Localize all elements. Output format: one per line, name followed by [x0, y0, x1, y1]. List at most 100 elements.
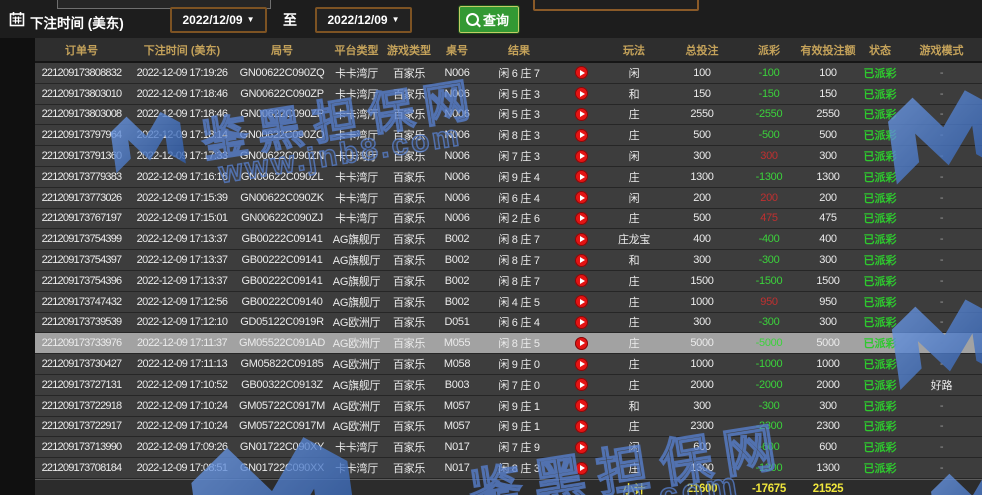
play-icon[interactable] [575, 420, 588, 433]
cell-game-type: 百家乐 [385, 398, 433, 414]
table-row[interactable]: 221209173803010 2022-12-09 17:18:46 GN00… [35, 84, 982, 105]
play-icon[interactable] [575, 212, 588, 225]
table-row[interactable]: 221209173739539 2022-12-09 17:12:10 GD05… [35, 313, 982, 334]
table-row[interactable]: 221209173722918 2022-12-09 17:10:24 GM05… [35, 396, 982, 417]
table-row[interactable]: 221209173754397 2022-12-09 17:13:37 GB00… [35, 250, 982, 271]
cell-status: 已派彩 [859, 335, 901, 351]
cell-game-mode: - [901, 441, 982, 453]
table-row[interactable]: 221209173797964 2022-12-09 17:18:14 GN00… [35, 125, 982, 146]
col-valid-bet: 有效投注额 [797, 42, 859, 58]
query-button[interactable]: 查询 [459, 6, 519, 33]
cell-bet-type: 庄 [605, 273, 663, 289]
cell-game-type: 百家乐 [385, 314, 433, 330]
play-icon[interactable] [575, 108, 588, 121]
play-icon[interactable] [575, 316, 588, 329]
cell-order-id: 221209173808832 [35, 67, 128, 79]
play-icon[interactable] [575, 462, 588, 475]
cell-valid-bet: 500 [797, 129, 859, 141]
cell-table-no: N006 [433, 150, 481, 162]
cell-platform: AG欧洲厅 [328, 398, 385, 414]
cell-order-id: 221209173803010 [35, 88, 128, 100]
cell-replay [557, 378, 605, 391]
play-icon[interactable] [575, 254, 588, 267]
cell-result: 闲 8 庄 5 [481, 335, 557, 351]
cell-game-mode: - [901, 67, 982, 79]
play-icon[interactable] [575, 399, 588, 412]
table-row[interactable]: 221209173773026 2022-12-09 17:15:39 GN00… [35, 188, 982, 209]
cell-game-type: 百家乐 [385, 273, 433, 289]
table-row[interactable]: 221209173791360 2022-12-09 17:17:33 GN00… [35, 146, 982, 167]
cell-platform: AG欧洲厅 [328, 314, 385, 330]
cell-replay [557, 66, 605, 79]
cell-order-id: 221209173722917 [35, 420, 128, 432]
cell-result: 闲 9 庄 1 [481, 398, 557, 414]
date-to-select[interactable]: 2022/12/09 ▼ [315, 7, 412, 33]
table-row[interactable]: 221209173727131 2022-12-09 17:10:52 GB00… [35, 375, 982, 396]
cell-replay [557, 358, 605, 371]
cell-round-id: GN00622C090ZL [236, 171, 328, 183]
cell-status: 已派彩 [859, 439, 901, 455]
cell-platform: AG旗舰厅 [328, 231, 385, 247]
cell-round-id: GD05122C0919R [236, 316, 328, 328]
cell-bet-time: 2022-12-09 17:13:37 [128, 233, 236, 245]
table-row[interactable]: 221209173733976 2022-12-09 17:11:37 GM05… [35, 333, 982, 354]
cell-payout: 475 [741, 212, 797, 224]
play-icon[interactable] [575, 129, 588, 142]
table-row[interactable]: 221209173730427 2022-12-09 17:11:13 GM05… [35, 354, 982, 375]
cell-bet-time: 2022-12-09 17:12:10 [128, 316, 236, 328]
subtotal-total-bet: 21600 [663, 483, 741, 495]
play-icon[interactable] [575, 66, 588, 79]
play-icon[interactable] [575, 191, 588, 204]
play-icon[interactable] [575, 378, 588, 391]
cell-table-no: B002 [433, 275, 481, 287]
cell-round-id: GN00622C090ZN [236, 150, 328, 162]
cell-round-id: GB00222C09140 [236, 296, 328, 308]
cell-order-id: 221209173803008 [35, 108, 128, 120]
table-row[interactable]: 221209173754396 2022-12-09 17:13:37 GB00… [35, 271, 982, 292]
play-icon[interactable] [575, 441, 588, 454]
play-icon[interactable] [575, 170, 588, 183]
search-icon [466, 13, 479, 26]
cell-bet-type: 庄龙宝 [605, 231, 663, 247]
play-icon[interactable] [575, 233, 588, 246]
table-row[interactable]: 221209173754399 2022-12-09 17:13:37 GB00… [35, 229, 982, 250]
play-icon[interactable] [575, 87, 588, 100]
cell-total-bet: 1300 [663, 462, 741, 474]
cell-table-no: D051 [433, 316, 481, 328]
cell-bet-type: 庄 [605, 460, 663, 476]
cell-valid-bet: 100 [797, 67, 859, 79]
play-icon[interactable] [575, 274, 588, 287]
play-icon[interactable] [575, 337, 588, 350]
date-from-select[interactable]: 2022/12/09 ▼ [170, 7, 267, 33]
play-icon[interactable] [575, 150, 588, 163]
cell-result: 闲 8 庄 7 [481, 252, 557, 268]
cell-result: 闲 9 庄 0 [481, 356, 557, 372]
cell-game-mode: - [901, 192, 982, 204]
cell-platform: 卡卡湾厅 [328, 439, 385, 455]
table-row[interactable]: 221209173722917 2022-12-09 17:10:24 GM05… [35, 417, 982, 438]
table-row[interactable]: 221209173803008 2022-12-09 17:18:46 GN00… [35, 105, 982, 126]
table-row[interactable]: 221209173713990 2022-12-09 17:09:26 GN01… [35, 437, 982, 458]
play-icon[interactable] [575, 295, 588, 308]
cell-bet-time: 2022-12-09 17:10:52 [128, 379, 236, 391]
play-icon[interactable] [575, 358, 588, 371]
cell-valid-bet: 1500 [797, 275, 859, 287]
table-row[interactable]: 221209173708184 2022-12-09 17:08:51 GN01… [35, 458, 982, 479]
cell-order-id: 221209173754399 [35, 233, 128, 245]
cell-bet-time: 2022-12-09 17:10:24 [128, 400, 236, 412]
table-row[interactable]: 221209173779383 2022-12-09 17:16:16 GN00… [35, 167, 982, 188]
cell-replay [557, 233, 605, 246]
cell-game-type: 百家乐 [385, 460, 433, 476]
table-row[interactable]: 221209173747432 2022-12-09 17:12:56 GB00… [35, 292, 982, 313]
cell-status: 已派彩 [859, 356, 901, 372]
cell-payout: -1500 [741, 275, 797, 287]
table-row[interactable]: 221209173767197 2022-12-09 17:15:01 GN00… [35, 209, 982, 230]
cell-game-mode: - [901, 233, 982, 245]
cell-result: 闲 6 庄 7 [481, 65, 557, 81]
cell-status: 已派彩 [859, 231, 901, 247]
cell-valid-bet: 300 [797, 254, 859, 266]
col-bet-type: 玩法 [605, 42, 663, 58]
cell-result: 闲 8 庄 7 [481, 273, 557, 289]
cell-result: 闲 2 庄 6 [481, 210, 557, 226]
table-row[interactable]: 221209173808832 2022-12-09 17:19:26 GN00… [35, 63, 982, 84]
